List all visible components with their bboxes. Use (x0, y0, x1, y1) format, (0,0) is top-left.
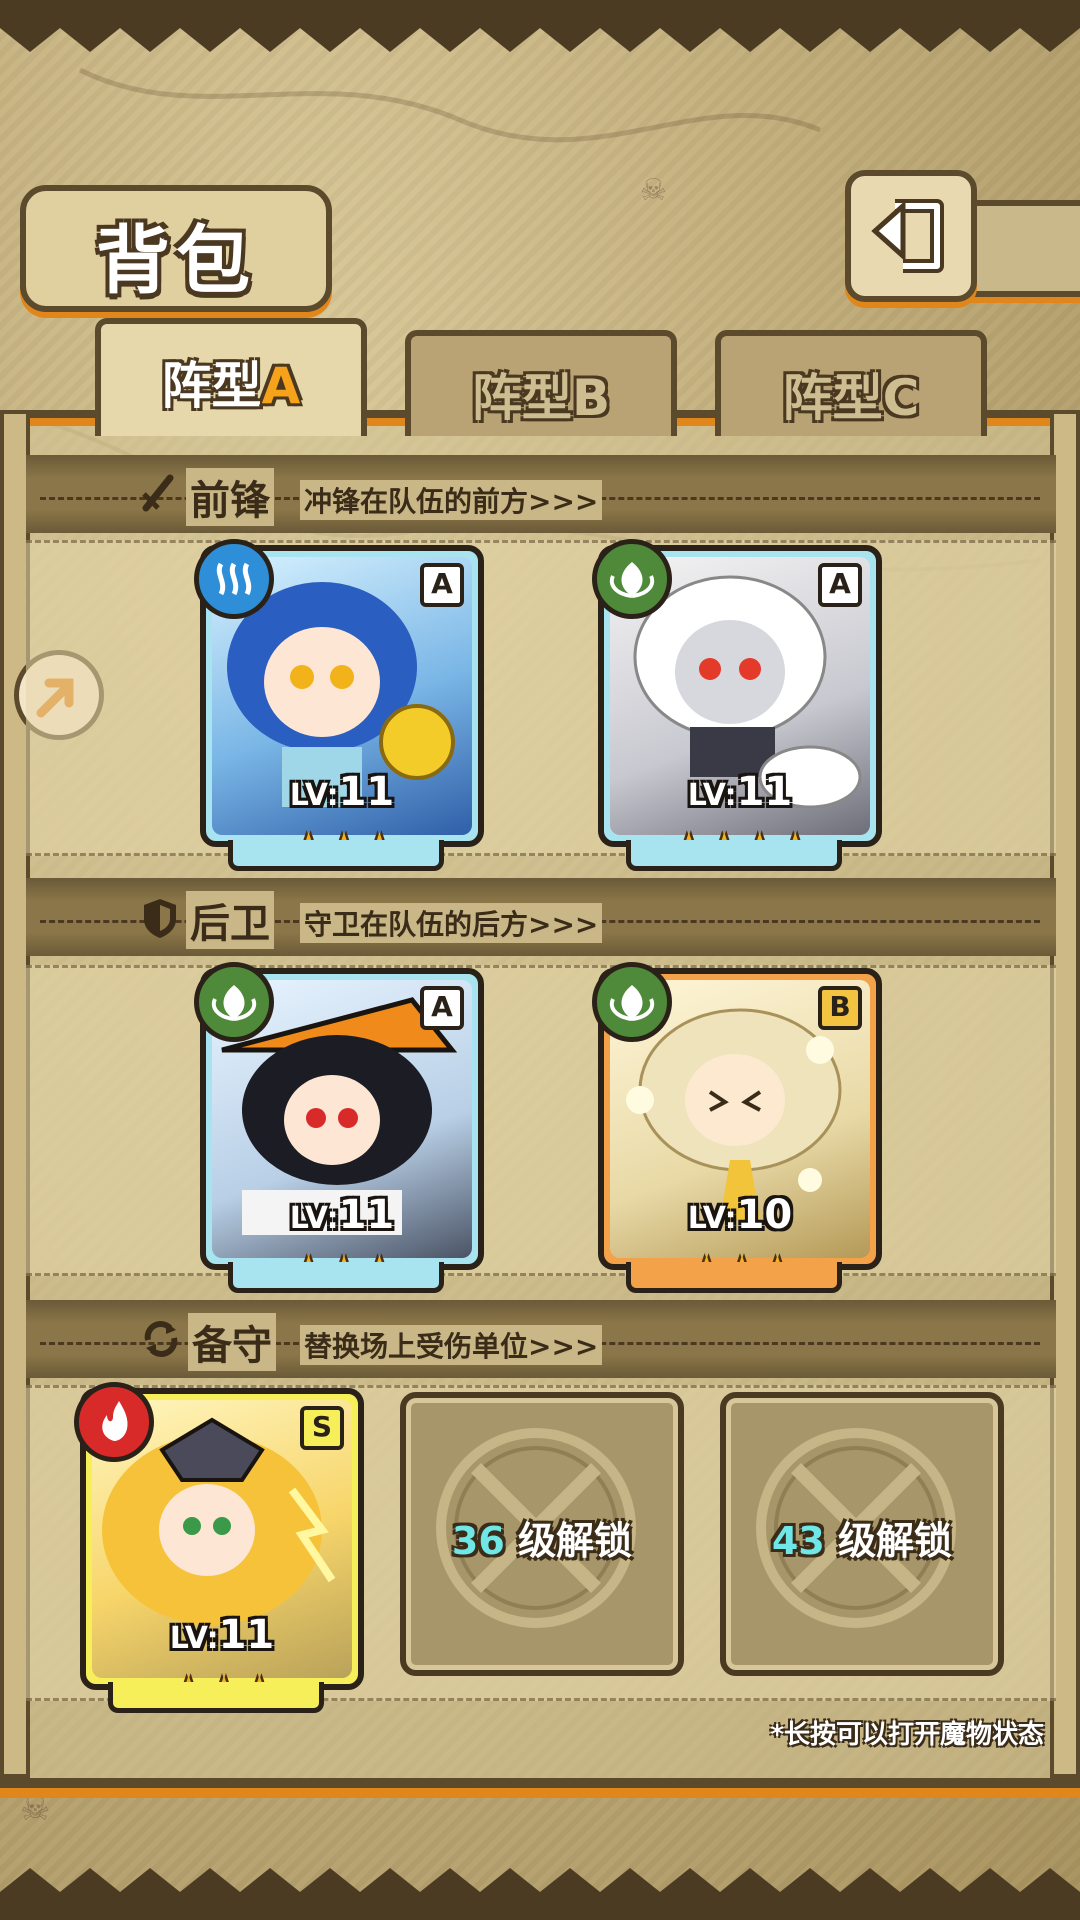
svg-text:☠: ☠ (20, 1789, 50, 1829)
rank-badge: S (300, 1406, 344, 1450)
tab-formation-a[interactable]: 阵型A (95, 318, 367, 436)
unit-level: LV:11 (169, 1612, 275, 1658)
title-plate: 背包 (20, 185, 332, 312)
locked-slot[interactable]: 36 级解锁 (400, 1392, 684, 1676)
front-row (26, 540, 1056, 856)
card-base (228, 1262, 444, 1293)
rank-badge: A (420, 563, 464, 607)
reserve-section-subtitle: 替换场上受伤单位>>> (300, 1325, 603, 1365)
unit-card[interactable]: S LV:11 ★★★ (74, 1382, 364, 1718)
card-base (626, 1262, 842, 1293)
rank-badge: B (818, 986, 862, 1030)
card-base (626, 840, 842, 871)
unit-level: LV:11 (289, 769, 395, 815)
unit-level: LV:11 (687, 769, 793, 815)
unit-card[interactable]: A LV:11 ★★★ (194, 962, 484, 1298)
unlock-requirement: 43 级解锁 (771, 1519, 953, 1563)
leaf-element-icon (194, 962, 274, 1042)
unit-level: LV:11 (289, 1192, 395, 1238)
tab-formation-b[interactable]: 阵型B (405, 330, 677, 436)
back-button-rail (965, 200, 1080, 297)
card-base (228, 840, 444, 871)
card-base (108, 1682, 324, 1713)
front-section-subtitle: 冲锋在队伍的前方>>> (300, 480, 603, 520)
tab-label: 阵型 (471, 369, 572, 427)
reserve-section-title: 备守 (188, 1313, 276, 1371)
page-title: 背包 (96, 218, 256, 304)
rank-badge: A (420, 986, 464, 1030)
unit-card[interactable]: A LV:11 ★★★ (194, 539, 484, 875)
rank-badge: A (818, 563, 862, 607)
long-press-hint: *长按可以打开魔物状态 (770, 1720, 1044, 1750)
tab-letter: B (571, 369, 611, 427)
back-section-title: 后卫 (186, 891, 274, 949)
unit-card[interactable]: A LV:11 ★★★★ (592, 539, 882, 875)
leaf-element-icon (592, 539, 672, 619)
team-formation-screen: { "header": { "title": "背包", "back_icon"… (0, 0, 1080, 1920)
back-button[interactable] (845, 170, 977, 302)
svg-text:☠: ☠ (640, 173, 667, 208)
leaf-element-icon (592, 962, 672, 1042)
water-element-icon (194, 539, 274, 619)
fire-element-icon (74, 1382, 154, 1462)
swap-icon (144, 1321, 178, 1357)
tab-formation-c[interactable]: 阵型C (715, 330, 987, 436)
back-section-subtitle: 守卫在队伍的后方>>> (300, 903, 603, 943)
back-row (26, 965, 1056, 1276)
tab-label: 阵型 (161, 357, 262, 415)
unlock-requirement: 36 级解锁 (451, 1519, 633, 1563)
unit-card[interactable]: B LV:10 ★★★ (592, 962, 882, 1298)
tab-label: 阵型 (782, 369, 883, 427)
shield-icon (144, 899, 176, 938)
tab-letter: C (882, 369, 920, 427)
unit-level: LV:10 (687, 1192, 793, 1238)
front-section-title: 前锋 (186, 468, 274, 526)
sword-icon (142, 474, 174, 512)
return-arrow-icon (871, 199, 944, 273)
locked-slot[interactable]: 43 级解锁 (720, 1392, 1004, 1676)
tab-letter: A (261, 357, 301, 415)
